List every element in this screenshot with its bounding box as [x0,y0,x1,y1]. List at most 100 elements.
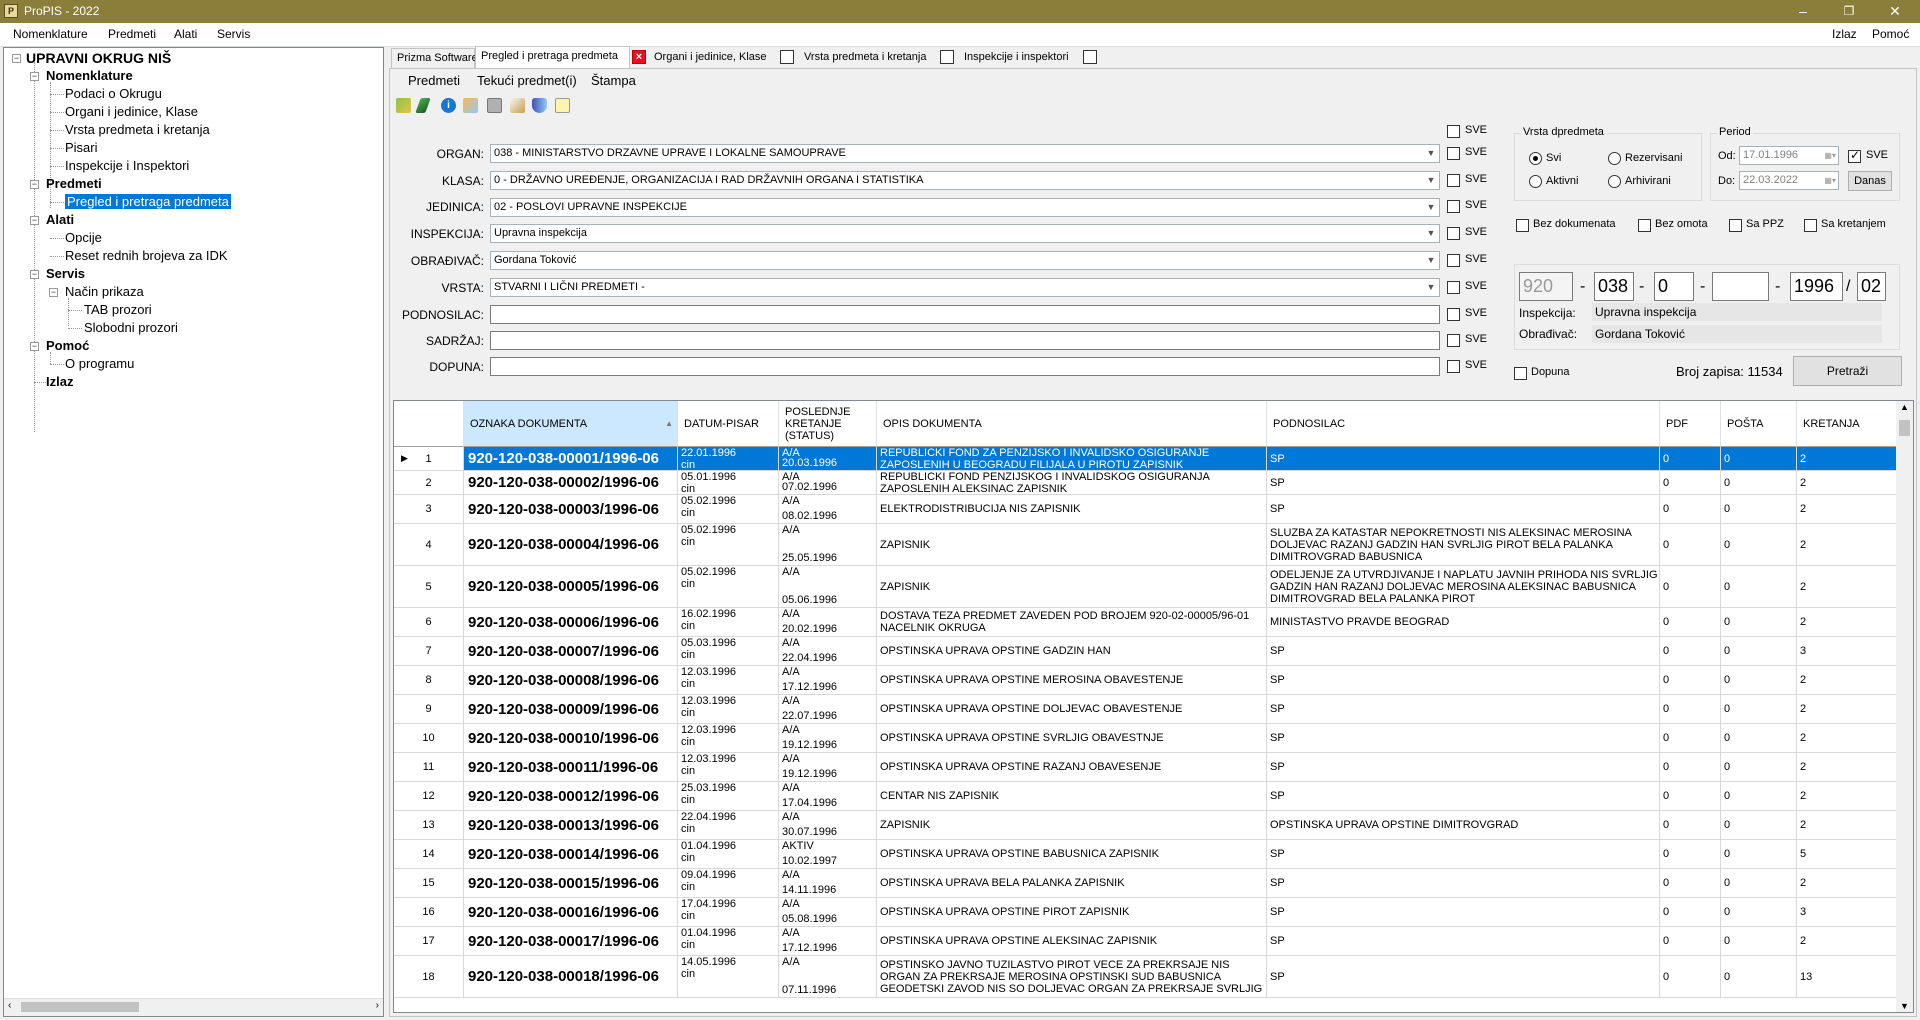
tree-item-nacin-prikaza[interactable]: Način prikaza [65,284,144,299]
grid-cell-opis[interactable]: OPSTINSKA UPRAVA OPSTINE DOLJEVAC OBAVES… [877,695,1267,724]
od-date-input[interactable]: 17.01.1996 ▦▾ [1739,146,1839,165]
close-tab-icon[interactable] [1083,50,1097,64]
collapse-icon[interactable]: − [30,72,39,81]
grid-cell-posta[interactable]: 0 [1721,495,1797,524]
grid-cell-opis[interactable]: OPSTINSKA UPRAVA OPSTINE SVRLJIG OBAVEST… [877,724,1267,753]
grid-cell-n[interactable]: 7 [394,637,464,666]
grid-cell-status[interactable]: A/A 14.11.1996 [779,869,877,898]
grid-cell-pdf[interactable]: 0 [1660,495,1721,524]
grid-cell-oznaka[interactable]: 920-120-038-00003/1996-06 [464,495,678,524]
tree-item-vrsta-predmeta[interactable]: Vrsta predmeta i kretanja [65,122,210,137]
klasa-select[interactable]: 0 - DRŽAVNO UREĐENJE, ORGANIZACIJA I RAD… [490,171,1440,190]
grid-cell-podnosilac[interactable]: SP [1267,495,1660,524]
grid-cell-oznaka[interactable]: 920-120-038-00004/1996-06 [464,524,678,566]
collapse-icon[interactable]: − [12,54,21,63]
grid-cell-oznaka[interactable]: 920-120-038-00013/1996-06 [464,811,678,840]
add-arrow-icon[interactable] [396,98,411,113]
grid-cell-opis[interactable]: REPUBLICKI FOND PENZIJSKOG I INVALIDSKOG… [877,471,1267,495]
table-row[interactable]: 15 920-120-038-00015/1996-06 09.04.1996 cin… [394,869,1897,898]
sadrzaj-sve-checkbox[interactable] [1447,334,1460,347]
radio-arhivirani[interactable] [1608,175,1621,188]
tree-item-inspekcije[interactable]: Inspekcije i Inspektori [65,158,189,173]
scroll-down-icon[interactable]: ▼ [1900,1001,1909,1011]
grid-cell-opis[interactable]: OPSTINSKA UPRAVA OPSTINE GADZIN HAN [877,637,1267,666]
grid-cell-pdf[interactable]: 0 [1660,566,1721,608]
grid-cell-n[interactable]: 9 [394,695,464,724]
grid-cell-podnosilac[interactable]: SP [1267,471,1660,495]
tree-item-reset[interactable]: Reset rednih brojeva za IDK [65,248,228,263]
grid-cell-kretanja[interactable]: 3 [1797,637,1897,666]
grid-cell-status[interactable]: A/A 20.03.1996 [779,447,877,471]
pretrazi-button[interactable]: Pretraži [1793,356,1902,386]
organ-sve-checkbox[interactable] [1447,147,1460,160]
obradjivac-select[interactable]: Gordana Toković ▼ [490,251,1440,270]
grid-cell-status[interactable]: A/A 25.05.1996 [779,524,877,566]
number-part-4-input[interactable] [1712,272,1769,301]
grid-cell-pdf[interactable]: 0 [1660,840,1721,869]
sa-kretanjem-checkbox[interactable] [1804,219,1817,232]
grid-cell-opis[interactable]: ZAPISNIK [877,524,1267,566]
grid-cell-podnosilac[interactable]: SP [1267,724,1660,753]
grid-cell-n[interactable]: 5 [394,566,464,608]
sadrzaj-input[interactable] [490,331,1440,350]
grid-cell-datum[interactable]: 12.03.1996 cin [678,753,779,782]
grid-cell-posta[interactable]: 0 [1721,566,1797,608]
grid-cell-kretanja[interactable]: 2 [1797,471,1897,495]
grid-cell-posta[interactable]: 0 [1721,753,1797,782]
grid-cell-posta[interactable]: 0 [1721,608,1797,637]
grid-cell-pdf[interactable]: 0 [1660,666,1721,695]
grid-cell-datum[interactable]: 05.03.1996 cin [678,637,779,666]
dopuna-input[interactable] [490,357,1440,376]
submenu-predmeti[interactable]: Predmeti [408,73,460,88]
table-row[interactable]: 1 ▶ 920-120-038-00001/1996-06 22.01.1996 cin… [394,447,1897,471]
menu-pomoc[interactable]: Pomoć [1872,27,1909,41]
grid-cell-posta[interactable]: 0 [1721,471,1797,495]
grid-cell-n[interactable]: 6 [394,608,464,637]
grid-cell-datum[interactable]: 14.05.1996 cin [678,956,779,998]
danas-button[interactable]: Danas [1848,171,1892,191]
radio-aktivni[interactable] [1529,175,1542,188]
grid-cell-posta[interactable]: 0 [1721,956,1797,998]
grid-cell-posta[interactable]: 0 [1721,637,1797,666]
grid-cell-pdf[interactable]: 0 [1660,782,1721,811]
grid-cell-datum[interactable]: 09.04.1996 cin [678,869,779,898]
grid-cell-n[interactable]: 12 [394,782,464,811]
search-people-icon[interactable] [463,98,478,113]
collapse-icon[interactable]: − [49,288,58,297]
grid-cell-datum[interactable]: 22.01.1996 cin [678,447,779,471]
table-row[interactable]: 14 920-120-038-00014/1996-06 01.04.1996 cin… [394,840,1897,869]
grid-cell-kretanja[interactable]: 2 [1797,447,1897,471]
comment-icon[interactable] [555,98,570,113]
grid-cell-oznaka[interactable]: 920-120-038-00006/1996-06 [464,608,678,637]
do-date-input[interactable]: 22.03.2022 ▦▾ [1739,171,1839,190]
grid-cell-podnosilac[interactable]: SP [1267,695,1660,724]
grid-cell-status[interactable]: A/A 20.02.1996 [779,608,877,637]
grid-cell-status[interactable]: A/A 19.12.1996 [779,753,877,782]
grid-cell-kretanja[interactable]: 2 [1797,695,1897,724]
tree-item-pisari[interactable]: Pisari [65,140,98,155]
grid-cell-oznaka[interactable]: 920-120-038-00010/1996-06 [464,724,678,753]
grid-cell-opis[interactable]: ELEKTRODISTRIBUCIJA NIS ZAPISNIK [877,495,1267,524]
grid-cell-n[interactable]: 10 [394,724,464,753]
grid-cell-n[interactable]: 18 [394,956,464,998]
grid-cell-opis[interactable]: ZAPISNIK [877,566,1267,608]
grid-cell-podnosilac[interactable]: SP [1267,666,1660,695]
obradjivac-sve-checkbox[interactable] [1447,254,1460,267]
tab-organi[interactable]: Organi i jedinice, Klase [649,48,776,68]
table-row[interactable]: 8 920-120-038-00008/1996-06 12.03.1996 cin A… [394,666,1897,695]
tree-item-opcije[interactable]: Opcije [65,230,102,245]
grid-cell-datum[interactable]: 05.02.1996 cin [678,495,779,524]
table-row[interactable]: 18 920-120-038-00018/1996-06 14.05.1996 cin… [394,956,1897,998]
grid-cell-podnosilac[interactable]: SP [1267,956,1660,998]
grid-cell-opis[interactable]: ZAPISNIK [877,811,1267,840]
table-row[interactable]: 5 920-120-038-00005/1996-06 05.02.1996 cin A… [394,566,1897,608]
jedinica-sve-checkbox[interactable] [1447,200,1460,213]
grid-cell-podnosilac[interactable]: SP [1267,869,1660,898]
podnosilac-input[interactable] [490,305,1440,324]
column-header-datum-pisar[interactable]: DATUM-PISAR [678,401,779,447]
grid-cell-kretanja[interactable]: 2 [1797,753,1897,782]
close-tab-icon[interactable] [940,50,954,64]
grid-cell-pdf[interactable]: 0 [1660,695,1721,724]
grid-cell-opis[interactable]: OPSTINSKA UPRAVA OPSTINE MEROSINA OBAVES… [877,666,1267,695]
grid-cell-n[interactable]: 15 [394,869,464,898]
